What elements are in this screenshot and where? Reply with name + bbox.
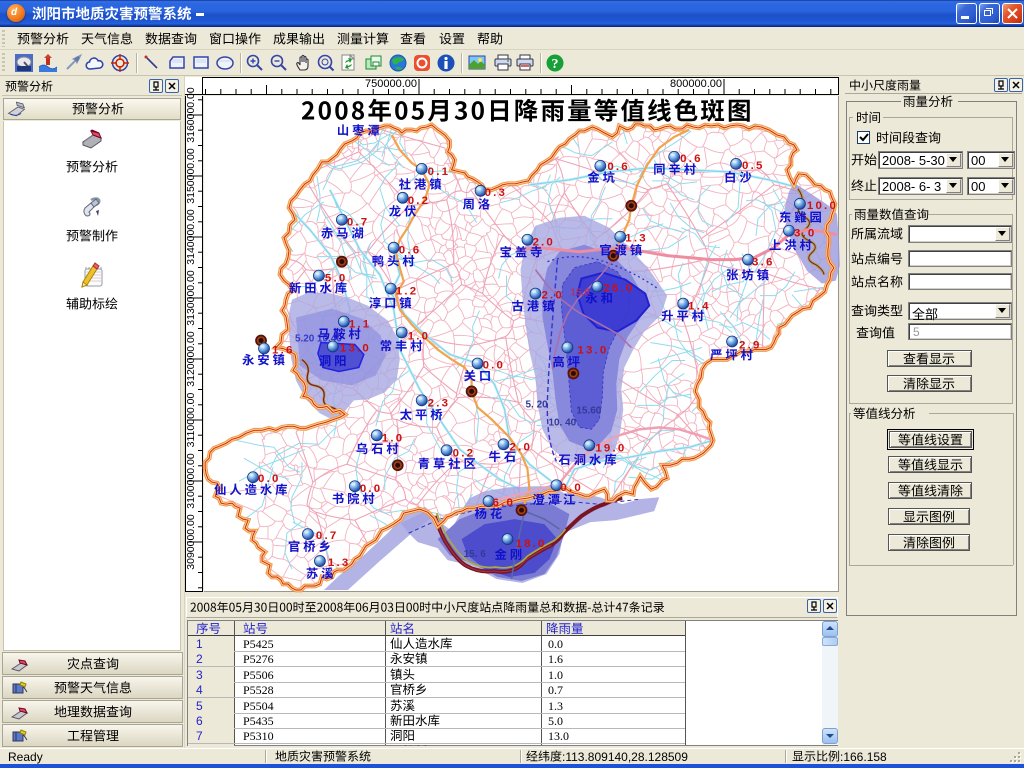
svg-text:10.0: 10.0 [807,200,838,212]
svg-text:3120000.00: 3120000.00 [185,331,197,387]
svg-text:2.0: 2.0 [541,290,564,302]
svg-text:0.2: 0.2 [408,195,431,207]
svg-text:3140000.00: 3140000.00 [185,209,197,265]
svg-text:0.7: 0.7 [316,530,339,542]
svg-text:0.1: 0.1 [428,166,451,178]
svg-text:0.6: 0.6 [607,161,630,173]
svg-text:3110000.00: 3110000.00 [185,392,197,447]
svg-text:3090000.00: 3090000.00 [185,514,197,570]
svg-text:5.0: 5.0 [325,273,348,285]
svg-text:13.0: 13.0 [340,342,371,354]
svg-text:1.4: 1.4 [688,301,711,313]
svg-text:0.5: 0.5 [742,160,765,172]
svg-text:1.0: 1.0 [382,432,405,444]
svg-text:1.3: 1.3 [328,557,351,569]
svg-text:0.0: 0.0 [560,482,583,494]
svg-text:750000.00: 750000.00 [365,78,417,90]
svg-text:1.0: 1.0 [408,331,431,343]
svg-text:800000.00: 800000.00 [670,78,722,90]
svg-text:0.2: 0.2 [453,447,476,459]
svg-text:0.0: 0.0 [360,483,383,495]
svg-text:6.0: 6.0 [493,497,516,509]
svg-text:0.6: 0.6 [399,245,422,257]
svg-text:0.6: 0.6 [680,153,703,165]
svg-text:19.0: 19.0 [595,442,626,454]
svg-text:3.6: 3.6 [752,257,775,269]
svg-text:5.20: 5.20 [295,334,315,345]
svg-text:3150000.00: 3150000.00 [185,148,197,204]
svg-text:0.0: 0.0 [258,473,281,485]
svg-text:5. 20: 5. 20 [525,399,548,410]
svg-text:3100000.00: 3100000.00 [185,453,197,509]
svg-text:13.0: 13.0 [577,344,608,356]
svg-text:1.2: 1.2 [396,286,419,298]
svg-text:15.60: 15.60 [576,405,601,416]
svg-text:3.0: 3.0 [794,228,817,240]
svg-text:0.3: 0.3 [485,187,508,199]
svg-text:?: ? [552,57,559,72]
svg-text:0.0: 0.0 [483,359,506,371]
svg-text:0.7: 0.7 [347,217,370,229]
svg-text:18.0: 18.0 [516,538,547,550]
svg-text:2.3: 2.3 [428,397,451,409]
svg-text:10. 40: 10. 40 [548,417,576,428]
svg-text:1.3: 1.3 [625,233,648,245]
svg-text:26.0: 26.0 [603,283,634,295]
svg-text:3130000.00: 3130000.00 [185,270,197,326]
svg-text:15. 6: 15. 6 [464,549,487,560]
svg-text:3160000.00: 3160000.00 [185,87,197,143]
